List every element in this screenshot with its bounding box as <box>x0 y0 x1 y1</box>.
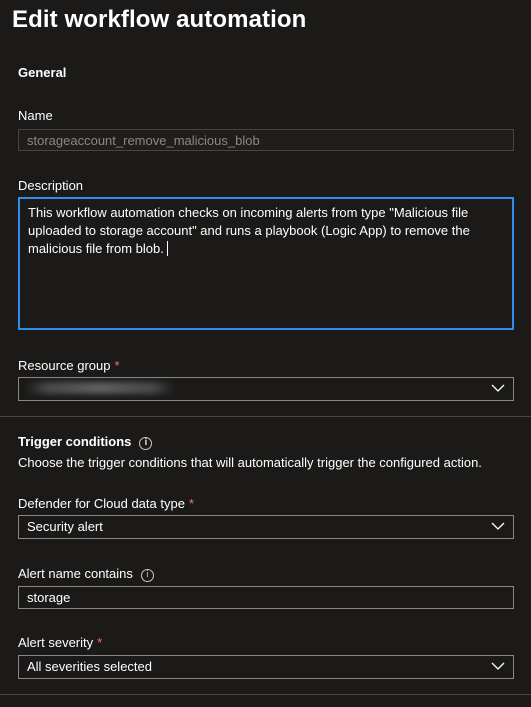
info-icon[interactable]: i <box>140 569 154 582</box>
alert-name-value: storage <box>27 590 71 605</box>
trigger-description: Choose the trigger conditions that will … <box>18 455 482 470</box>
section-divider <box>0 416 531 417</box>
data-type-value: Security alert <box>27 519 103 534</box>
resource-group-label: Resource group * <box>18 358 120 373</box>
required-marker: * <box>188 496 194 511</box>
page-title: Edit workflow automation <box>12 6 307 33</box>
name-value: storageaccount_remove_malicious_blob <box>27 133 260 148</box>
info-icon[interactable]: i <box>139 437 153 450</box>
name-label: Name <box>18 108 53 123</box>
chevron-down-icon <box>491 662 505 670</box>
description-value: This workflow automation checks on incom… <box>28 205 470 256</box>
trigger-conditions-heading: Trigger conditions i <box>18 434 153 450</box>
severity-label: Alert severity * <box>18 635 103 650</box>
name-field[interactable]: storageaccount_remove_malicious_blob <box>18 129 514 151</box>
alert-name-input[interactable]: storage <box>18 586 514 609</box>
text-caret <box>166 241 168 256</box>
description-label: Description <box>18 178 84 193</box>
chevron-down-icon <box>491 384 505 392</box>
description-textarea[interactable]: This workflow automation checks on incom… <box>18 197 514 330</box>
required-marker: * <box>97 635 103 650</box>
redacted-value <box>25 382 175 394</box>
required-marker: * <box>114 358 120 373</box>
data-type-dropdown[interactable]: Security alert <box>18 515 514 539</box>
severity-dropdown[interactable]: All severities selected <box>18 655 514 679</box>
alert-name-label: Alert name contains i <box>18 566 154 582</box>
chevron-down-icon <box>491 522 505 530</box>
section-divider <box>0 694 531 695</box>
data-type-label: Defender for Cloud data type * <box>18 496 194 511</box>
resource-group-dropdown[interactable] <box>18 377 514 401</box>
general-heading: General <box>18 65 67 80</box>
severity-value: All severities selected <box>27 659 152 674</box>
